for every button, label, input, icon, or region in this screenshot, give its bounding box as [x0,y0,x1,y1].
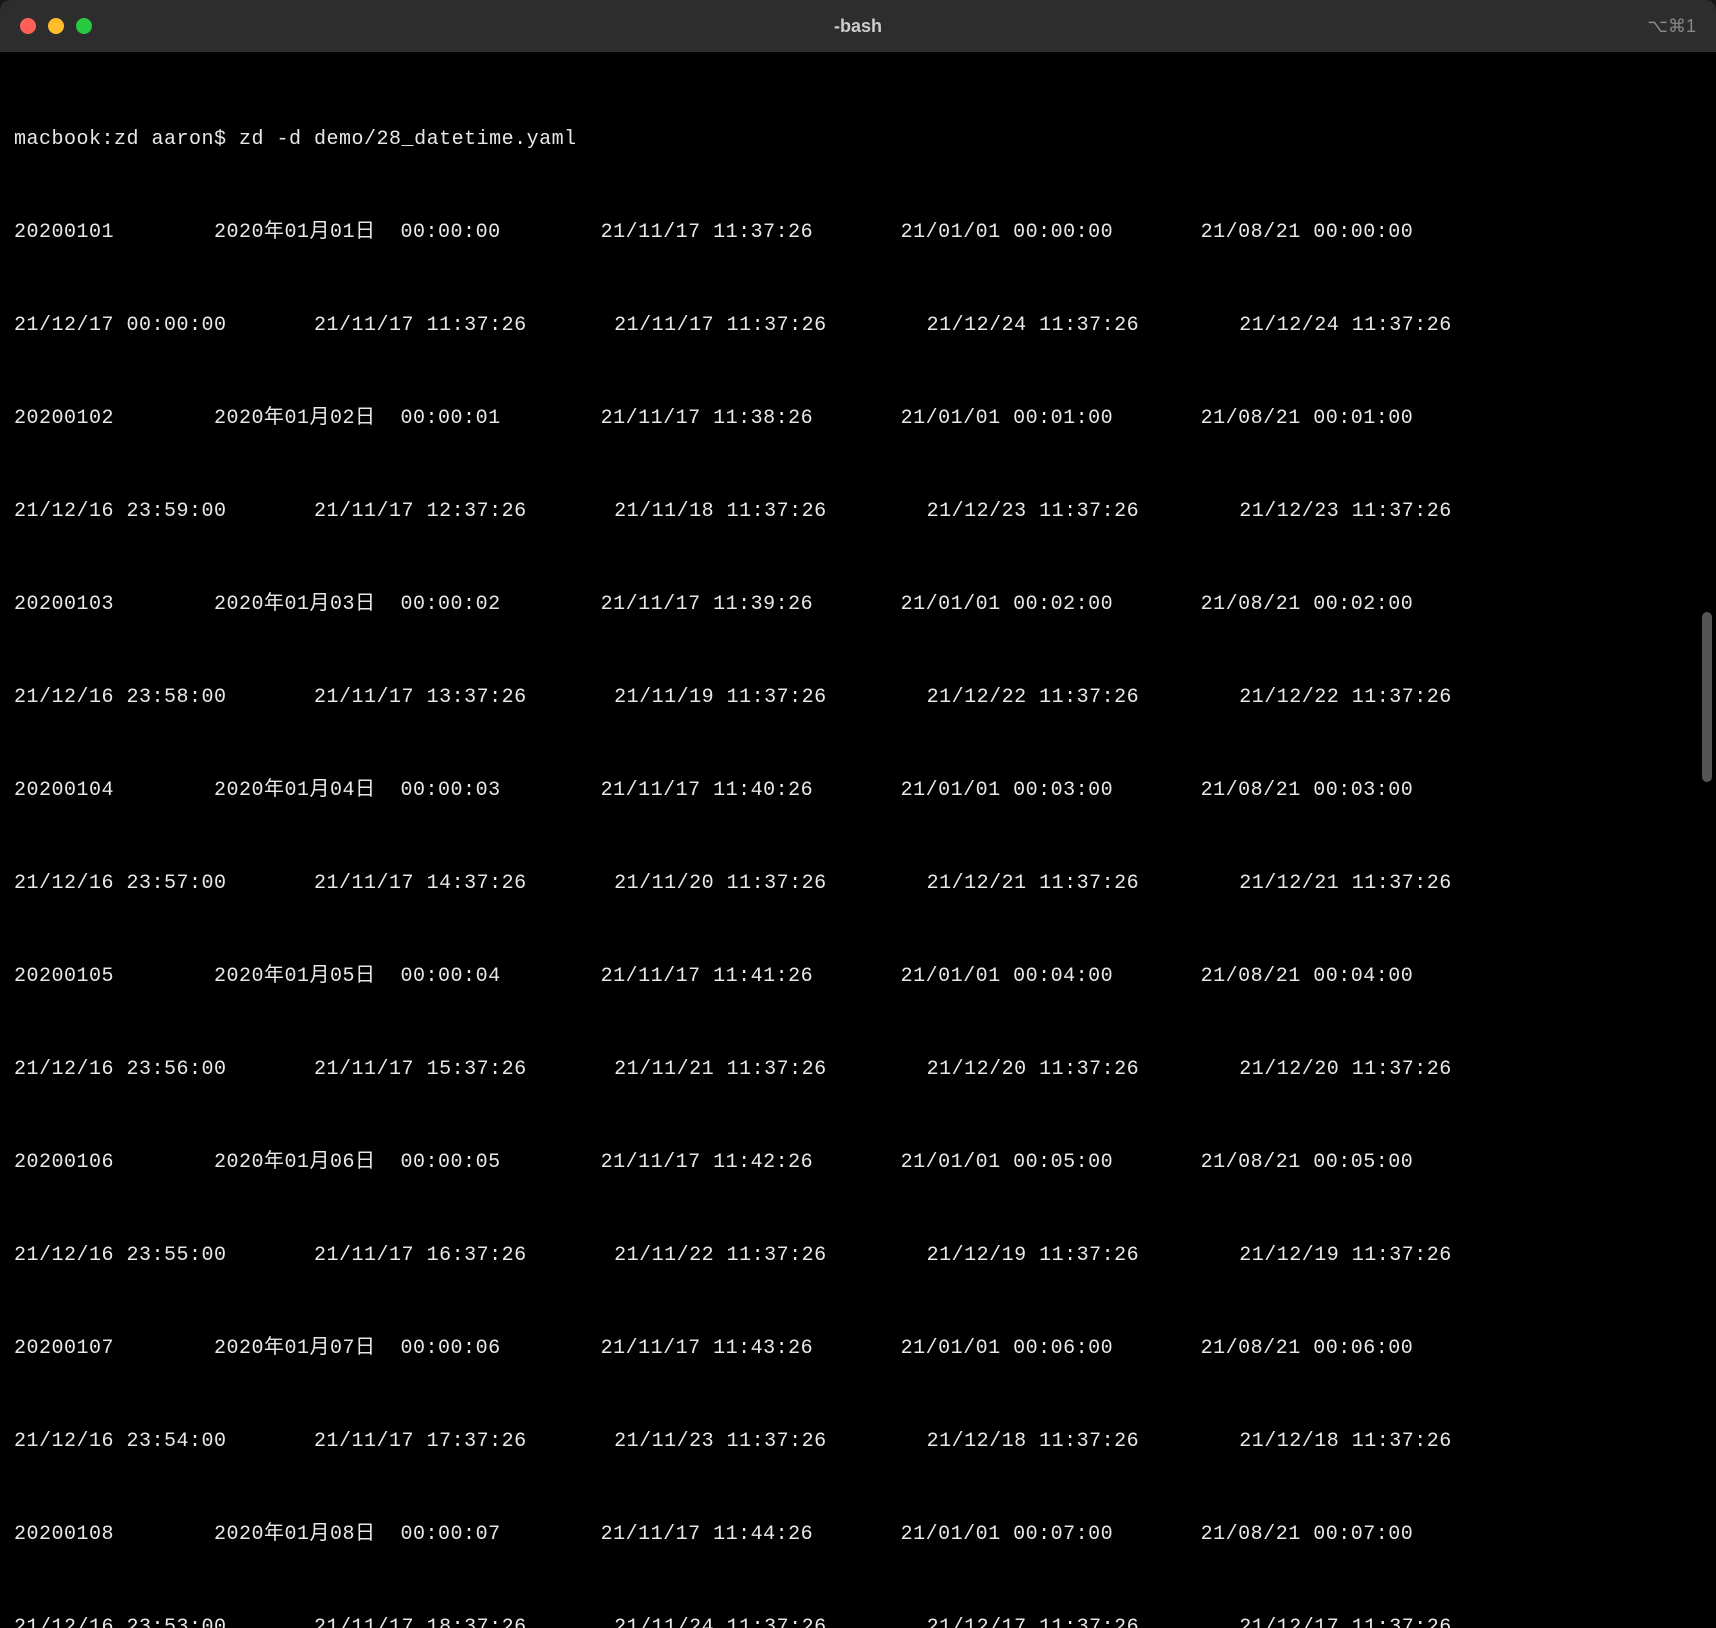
output-line: 21/12/17 00:00:00 21/11/17 11:37:26 21/1… [14,310,1702,341]
output-line: 20200108 2020年01月08日 00:00:07 21/11/17 1… [14,1519,1702,1550]
output-line: 20200103 2020年01月03日 00:00:02 21/11/17 1… [14,589,1702,620]
close-button[interactable] [20,18,36,34]
output-line: 21/12/16 23:54:00 21/11/17 17:37:26 21/1… [14,1426,1702,1457]
maximize-button[interactable] [76,18,92,34]
output-line: 21/12/16 23:58:00 21/11/17 13:37:26 21/1… [14,682,1702,713]
terminal-window: -bash ⌥⌘1 macbook:zd aaron$ zd -d demo/2… [0,0,1716,1628]
command-line: macbook:zd aaron$ zd -d demo/28_datetime… [14,124,1702,155]
output-line: 20200107 2020年01月07日 00:00:06 21/11/17 1… [14,1333,1702,1364]
terminal-body[interactable]: macbook:zd aaron$ zd -d demo/28_datetime… [0,52,1716,1628]
output-line: 20200102 2020年01月02日 00:00:01 21/11/17 1… [14,403,1702,434]
titlebar: -bash ⌥⌘1 [0,0,1716,52]
output-line: 21/12/16 23:53:00 21/11/17 18:37:26 21/1… [14,1612,1702,1628]
output-line: 20200105 2020年01月05日 00:00:04 21/11/17 1… [14,961,1702,992]
window-title: -bash [834,16,882,37]
output-line: 21/12/16 23:59:00 21/11/17 12:37:26 21/1… [14,496,1702,527]
output-line: 21/12/16 23:57:00 21/11/17 14:37:26 21/1… [14,868,1702,899]
output-line: 21/12/16 23:55:00 21/11/17 16:37:26 21/1… [14,1240,1702,1271]
output-line: 21/12/16 23:56:00 21/11/17 15:37:26 21/1… [14,1054,1702,1085]
minimize-button[interactable] [48,18,64,34]
output-line: 20200106 2020年01月06日 00:00:05 21/11/17 1… [14,1147,1702,1178]
window-shortcut: ⌥⌘1 [1647,16,1696,37]
output-line: 20200101 2020年01月01日 00:00:00 21/11/17 1… [14,217,1702,248]
traffic-lights [20,18,92,34]
output-line: 20200104 2020年01月04日 00:00:03 21/11/17 1… [14,775,1702,806]
scrollbar-thumb[interactable] [1702,612,1712,782]
